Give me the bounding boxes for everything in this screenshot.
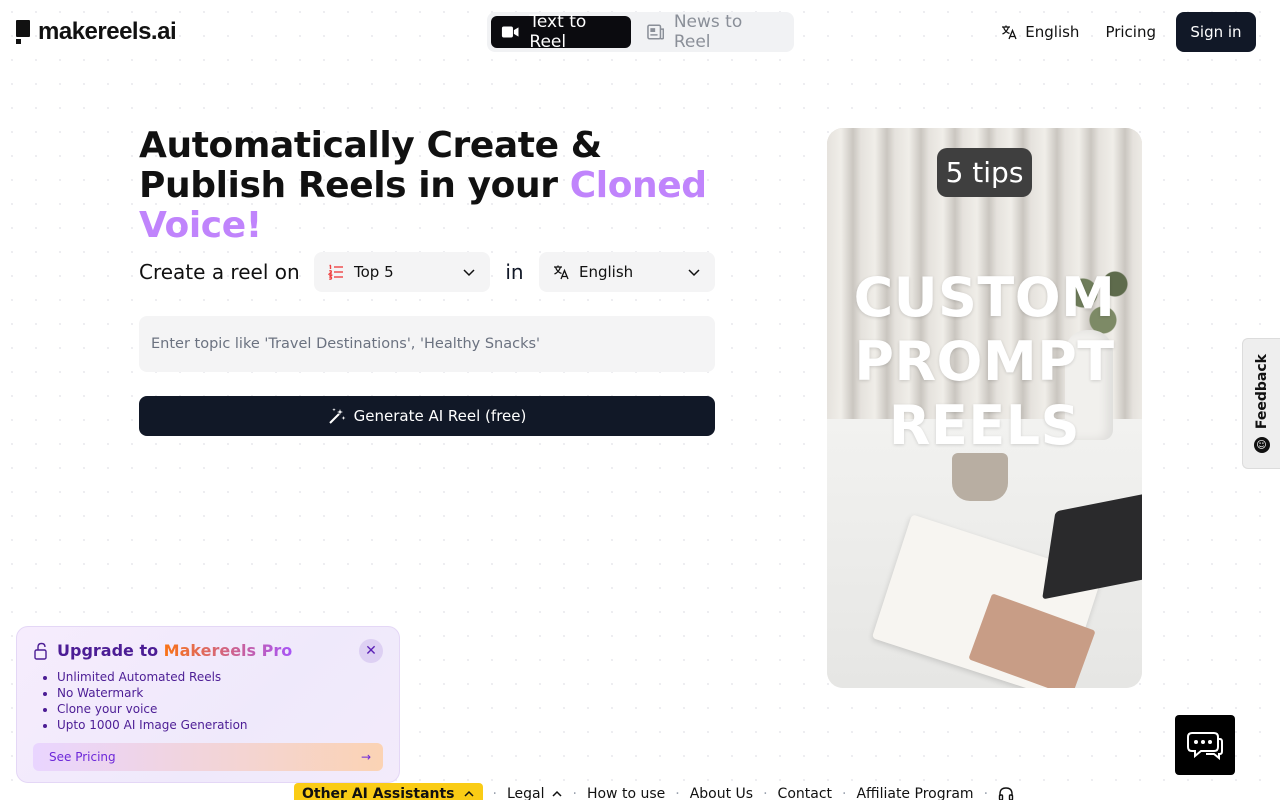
language-switcher[interactable]: English xyxy=(1001,23,1079,41)
about-us-link[interactable]: About Us xyxy=(690,786,753,800)
create-row: Create a reel on Top 5 in English xyxy=(139,251,715,293)
reel-type-value: Top 5 xyxy=(354,263,394,281)
list-item: Upto 1000 AI Image Generation xyxy=(57,717,383,733)
separator: · xyxy=(492,786,497,800)
tab-text-to-reel-label: Text to Reel xyxy=(529,12,587,52)
legal-label: Legal xyxy=(506,786,545,800)
tab-news-to-reel[interactable]: News to Reel xyxy=(637,12,790,52)
separator: · xyxy=(842,786,847,800)
generate-reel-label: Generate AI Reel (free) xyxy=(353,407,527,425)
chevron-up-icon xyxy=(551,790,562,797)
list-item: Clone your voice xyxy=(57,701,383,717)
translate-icon xyxy=(1002,25,1017,40)
list-item: No Watermark xyxy=(57,685,383,701)
headset-icon[interactable] xyxy=(998,786,1014,800)
close-icon[interactable]: ✕ xyxy=(359,639,383,663)
language-label: English xyxy=(1025,23,1080,41)
arrow-right-icon: → xyxy=(360,750,371,764)
caption-line: REELS xyxy=(888,394,1081,457)
chevron-down-icon xyxy=(688,269,700,277)
logo-mark-icon xyxy=(16,20,30,44)
logo-text: makereels.ai xyxy=(38,18,177,45)
pricing-link[interactable]: Pricing xyxy=(1105,23,1156,41)
other-ai-assistants-toggle[interactable]: Other AI Assistants xyxy=(294,783,483,800)
chevron-down-icon xyxy=(463,269,475,277)
legal-toggle[interactable]: Legal xyxy=(507,786,563,800)
tab-news-to-reel-label: News to Reel xyxy=(673,12,743,52)
hero-title-main: Automatically Create & Publish Reels in … xyxy=(139,125,602,206)
in-label: in xyxy=(505,260,524,284)
create-label: Create a reel on xyxy=(139,260,300,284)
contact-link[interactable]: Contact xyxy=(778,786,832,800)
numbered-list-icon xyxy=(328,264,343,280)
newspaper-icon xyxy=(646,24,664,40)
mode-switch: Text to Reel News to Reel xyxy=(487,12,794,52)
separator: · xyxy=(763,786,768,800)
feedback-label: Feedback xyxy=(1253,353,1270,430)
reel-language-value: English xyxy=(579,263,634,281)
magic-wand-icon xyxy=(328,408,346,424)
unlock-icon xyxy=(34,642,47,660)
upgrade-card: Upgrade to Makereels Pro ✕ Unlimited Aut… xyxy=(16,626,400,783)
upgrade-title-prefix: Upgrade to xyxy=(57,641,164,660)
reel-language-select[interactable]: English xyxy=(539,252,715,292)
list-item: Unlimited Automated Reels xyxy=(57,669,383,685)
separator: · xyxy=(983,786,989,800)
upgrade-title: Upgrade to Makereels Pro xyxy=(57,641,292,660)
see-pricing-button[interactable]: See Pricing → xyxy=(33,743,383,771)
upgrade-feature-list: Unlimited Automated Reels No Watermark C… xyxy=(57,669,383,733)
other-ai-assistants-label: Other AI Assistants xyxy=(302,786,455,800)
chevron-up-icon xyxy=(464,790,474,797)
sign-in-button[interactable]: Sign in xyxy=(1176,12,1256,52)
logo[interactable]: makereels.ai xyxy=(16,18,177,46)
separator: · xyxy=(675,786,680,800)
upgrade-title-brand: Makereels Pro xyxy=(163,641,293,660)
smiley-icon: ☺ xyxy=(1253,437,1270,454)
see-pricing-label: See Pricing xyxy=(49,750,116,764)
caption-line: CUSTOM xyxy=(853,266,1116,329)
chat-widget-button[interactable] xyxy=(1175,715,1235,775)
generate-reel-button[interactable]: Generate AI Reel (free) xyxy=(139,396,715,436)
tab-text-to-reel[interactable]: Text to Reel xyxy=(491,12,631,52)
feedback-tab[interactable]: Feedback ☺ xyxy=(1242,338,1280,469)
reel-type-select[interactable]: Top 5 xyxy=(314,252,490,292)
translate-icon xyxy=(554,265,569,280)
hero-title: Automatically Create & Publish Reels in … xyxy=(139,126,739,246)
caption-line: PROMPT xyxy=(854,330,1115,393)
separator: · xyxy=(572,786,577,800)
reel-preview-badge: 5 tips xyxy=(937,148,1032,197)
footer: Other AI Assistants · Legal · How to use… xyxy=(294,783,1014,800)
chat-bubbles-icon xyxy=(1187,732,1223,761)
how-to-use-link[interactable]: How to use xyxy=(587,786,665,800)
video-camera-icon xyxy=(501,26,519,38)
top-nav: English Pricing Sign in xyxy=(1001,12,1256,52)
reel-preview-caption: CUSTOM PROMPT REELS xyxy=(827,266,1142,458)
topic-input[interactable] xyxy=(139,316,715,372)
affiliate-program-link[interactable]: Affiliate Program xyxy=(856,786,973,800)
reel-preview: 5 tips CUSTOM PROMPT REELS xyxy=(827,128,1142,688)
